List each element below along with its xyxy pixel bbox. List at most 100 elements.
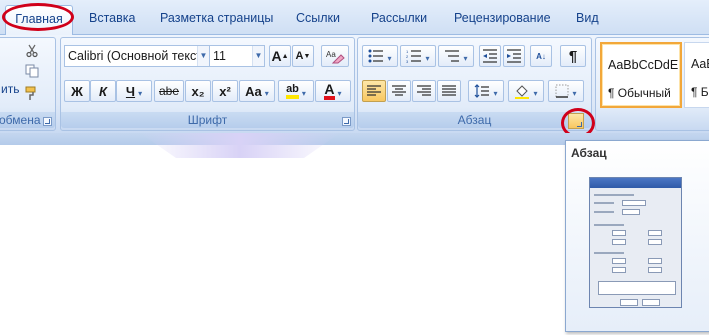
- preview-sample-box: [598, 281, 676, 295]
- underline-button[interactable]: Ч: [116, 80, 152, 102]
- clear-formatting-icon: Aa: [326, 50, 345, 64]
- font-name-combo[interactable]: Calibri (Основной текст ▼: [64, 45, 210, 67]
- chevron-down-icon[interactable]: [490, 84, 497, 99]
- chevron-down-icon[interactable]: [530, 84, 537, 99]
- multilevel-list-button[interactable]: [438, 45, 474, 67]
- bullets-button[interactable]: [362, 45, 398, 67]
- tab-review[interactable]: Рецензирование: [454, 8, 551, 30]
- chevron-down-icon[interactable]: [384, 49, 391, 64]
- superscript-button[interactable]: x²: [212, 80, 238, 102]
- tab-mailings[interactable]: Рассылки: [371, 8, 427, 30]
- decrease-indent-icon: [483, 49, 497, 63]
- chevron-down-icon[interactable]: [335, 84, 342, 99]
- font-group: Calibri (Основной текст ▼ 11 ▼ A ▲ A ▼ Aa …: [60, 37, 355, 131]
- chevron-down-icon[interactable]: [422, 49, 429, 64]
- tab-references[interactable]: Ссылки: [296, 8, 340, 30]
- paragraph-group-label: Абзац: [358, 112, 591, 128]
- ribbon: ить обмена Calibri (Основной текст ▼ 11 …: [0, 35, 709, 133]
- preview-field: [622, 209, 640, 215]
- clear-formatting-button[interactable]: Aa: [321, 45, 349, 67]
- show-formatting-marks-button[interactable]: ¶: [560, 45, 586, 67]
- sort-button[interactable]: A↓: [530, 45, 552, 67]
- increase-indent-button[interactable]: [503, 45, 525, 67]
- align-left-icon: [367, 85, 381, 96]
- shrink-font-button[interactable]: A ▼: [292, 45, 314, 67]
- style-normal[interactable]: AaBbCcDdE ¶ Обычный: [600, 42, 682, 108]
- chevron-down-icon[interactable]: [262, 84, 269, 99]
- font-group-label: Шрифт: [61, 112, 354, 128]
- align-right-icon: [417, 85, 431, 96]
- style-normal-name: ¶ Обычный: [608, 86, 671, 100]
- paragraph-group: 123 A↓ ¶ Абз: [357, 37, 592, 131]
- tooltip-title: Абзац: [571, 146, 607, 160]
- chevron-down-icon[interactable]: [135, 84, 142, 99]
- change-case-glyph: Aa: [245, 83, 262, 99]
- style-no-spacing-sample: AaBbC: [691, 57, 709, 71]
- preview-field: [612, 258, 626, 264]
- preview-field: [648, 230, 662, 236]
- shading-button[interactable]: [508, 80, 544, 102]
- change-case-button[interactable]: Aa: [239, 80, 275, 102]
- numbering-icon: 123: [406, 49, 422, 63]
- multilevel-list-icon: [445, 50, 460, 62]
- format-painter-icon[interactable]: [23, 84, 41, 102]
- paragraph-launcher-tooltip: Абзац: [565, 140, 709, 332]
- italic-button[interactable]: К: [90, 80, 116, 102]
- chevron-down-icon[interactable]: [299, 84, 306, 99]
- preview-line: [594, 211, 614, 213]
- tab-insert[interactable]: Вставка: [89, 8, 135, 30]
- chevron-down-icon[interactable]: [569, 84, 576, 99]
- subscript-button[interactable]: x₂: [185, 80, 211, 102]
- font-color-button[interactable]: A: [315, 80, 351, 102]
- copy-icon[interactable]: [23, 62, 41, 80]
- decrease-indent-button[interactable]: [479, 45, 501, 67]
- chevron-down-icon[interactable]: ▼: [197, 46, 209, 66]
- numbering-button[interactable]: 123: [400, 45, 436, 67]
- preview-line: [594, 252, 624, 254]
- preview-field: [612, 267, 626, 273]
- style-no-spacing-name: ¶ Бе: [691, 85, 709, 99]
- clipboard-group: ить обмена: [0, 37, 56, 131]
- line-spacing-button[interactable]: [468, 80, 504, 102]
- preview-field: [648, 258, 662, 264]
- justify-icon: [442, 85, 456, 96]
- tab-page-layout[interactable]: Разметка страницы: [160, 8, 273, 30]
- tab-view[interactable]: Вид: [576, 8, 599, 30]
- cut-icon[interactable]: [23, 42, 41, 60]
- font-dialog-launcher[interactable]: [342, 117, 351, 126]
- justify-button[interactable]: [437, 80, 461, 102]
- preview-field: [648, 267, 662, 273]
- paint-bucket-icon: [515, 85, 530, 99]
- align-center-icon: [392, 85, 406, 96]
- underline-glyph: Ч: [125, 83, 136, 99]
- font-color-icon: A: [324, 82, 335, 100]
- align-right-button[interactable]: [412, 80, 436, 102]
- preview-line: [594, 224, 624, 226]
- preview-field: [612, 239, 626, 245]
- bold-button[interactable]: Ж: [64, 80, 90, 102]
- style-normal-sample: AaBbCcDdE: [608, 58, 679, 72]
- increase-indent-icon: [507, 49, 521, 63]
- paste-label[interactable]: ить: [1, 82, 19, 96]
- paragraph-dialog-preview: [589, 177, 682, 308]
- align-left-button[interactable]: [362, 80, 386, 102]
- style-no-spacing[interactable]: AaBbC ¶ Бе: [684, 42, 709, 108]
- annotation-circle-home-tab: [2, 3, 74, 31]
- grow-font-glyph: A: [271, 48, 282, 64]
- chevron-down-icon[interactable]: [460, 49, 467, 64]
- align-center-button[interactable]: [387, 80, 411, 102]
- line-spacing-icon: [475, 84, 490, 98]
- text-highlight-button[interactable]: ab: [278, 80, 314, 102]
- clipboard-dialog-launcher[interactable]: [43, 117, 52, 126]
- bullets-icon: [368, 49, 384, 63]
- borders-button[interactable]: [548, 80, 584, 102]
- chevron-down-icon[interactable]: ▼: [252, 46, 264, 66]
- preview-button: [620, 299, 638, 306]
- font-size-combo[interactable]: 11 ▼: [209, 45, 265, 67]
- highlight-icon: ab: [286, 83, 299, 99]
- grow-font-button[interactable]: A ▲: [269, 45, 291, 67]
- strikethrough-button[interactable]: abe: [154, 80, 184, 102]
- preview-tab-line: [594, 194, 634, 196]
- shrink-font-glyph: A: [295, 50, 304, 62]
- preview-titlebar: [590, 178, 681, 188]
